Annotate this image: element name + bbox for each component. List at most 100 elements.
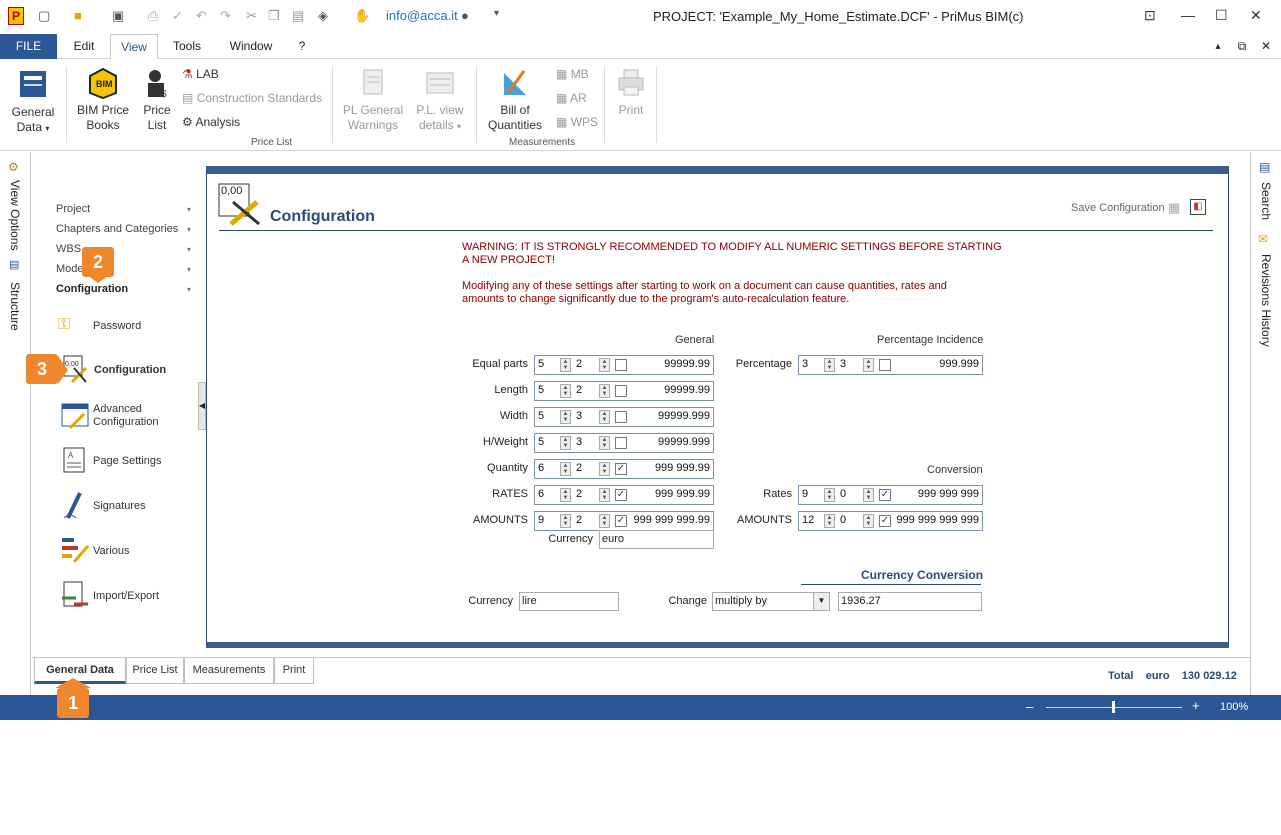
file-menu[interactable]: FILE <box>0 34 57 59</box>
spellcheck-icon[interactable]: ✓ <box>172 8 183 24</box>
analysis-button[interactable]: ⚙ Analysis <box>182 115 240 129</box>
digits-field[interactable]: 6 <box>538 488 544 500</box>
decimals-spinner[interactable]: ▲ ▼ <box>599 436 610 450</box>
user-icon[interactable]: ● <box>461 8 469 23</box>
bill-of-quantities-button[interactable]: Bill of Quantities <box>484 67 546 133</box>
price-list-button[interactable]: $ Price List <box>138 67 176 133</box>
zoom-out-button[interactable]: – <box>1026 699 1033 714</box>
decimals-field[interactable]: 2 <box>576 488 582 500</box>
minimize-button[interactable]: — <box>1181 7 1195 23</box>
digits-spinner[interactable]: ▲ ▼ <box>560 384 571 398</box>
menu-help[interactable]: ? <box>292 34 312 59</box>
menu-window[interactable]: Window <box>222 34 280 59</box>
nav-item-page-settings[interactable]: Page Settings <box>93 455 162 468</box>
digits-spinner[interactable]: ▲ ▼ <box>560 358 571 372</box>
decimals-field[interactable]: 3 <box>840 358 846 370</box>
digits-spinner[interactable]: ▲ ▼ <box>824 358 835 372</box>
paste-icon[interactable]: ▤ <box>292 8 304 24</box>
decimals-spinner[interactable]: ▲ ▼ <box>599 514 610 528</box>
print-icon[interactable]: ⎙ <box>148 8 158 24</box>
digits-field[interactable]: 9 <box>538 514 544 526</box>
nav-project[interactable]: Project <box>56 203 90 215</box>
mb-button[interactable]: ▦ MB <box>556 67 589 81</box>
cut-icon[interactable]: ✂ <box>246 8 257 24</box>
pl-view-details-button[interactable]: P.L. view details ▾ <box>410 67 470 134</box>
chevron-down-icon[interactable]: ▼ <box>813 593 829 610</box>
decimals-field[interactable]: 3 <box>576 436 582 448</box>
restore-ribbon-icon[interactable]: ⊡ <box>1144 7 1156 24</box>
decimals-field[interactable]: 2 <box>576 384 582 396</box>
decimals-spinner[interactable]: ▲ ▼ <box>599 462 610 476</box>
decimals-spinner[interactable]: ▲ ▼ <box>863 358 874 372</box>
nav-chapters-categories[interactable]: Chapters and Categories <box>56 223 178 235</box>
decimals-spinner[interactable]: ▲ ▼ <box>599 410 610 424</box>
collapse-ribbon-icon[interactable]: ▴ <box>1210 34 1226 59</box>
web-icon[interactable]: ◈ <box>318 8 328 24</box>
ar-button[interactable]: ▦ AR <box>556 91 587 105</box>
digits-field[interactable]: 6 <box>538 462 544 474</box>
zoom-slider-thumb[interactable] <box>1112 701 1115 713</box>
maximize-button[interactable]: ☐ <box>1215 7 1228 24</box>
digits-spinner[interactable]: ▲ ▼ <box>824 488 835 502</box>
save-configuration-label[interactable]: Save Configuration <box>1071 202 1165 214</box>
nav-item-signatures[interactable]: Signatures <box>93 500 146 513</box>
decimals-field[interactable]: 2 <box>576 462 582 474</box>
decimals-spinner[interactable]: ▲ ▼ <box>599 358 610 372</box>
search-tab[interactable]: Search <box>1259 182 1273 220</box>
revisions-history-tab[interactable]: Revisions History <box>1259 254 1273 347</box>
decimals-spinner[interactable]: ▲ ▼ <box>599 488 610 502</box>
touch-icon[interactable]: ✋ <box>354 8 370 24</box>
digits-field[interactable]: 5 <box>538 436 544 448</box>
decimals-field[interactable]: 0 <box>840 488 846 500</box>
new-document-icon[interactable]: ▢ <box>38 8 50 24</box>
digits-field[interactable]: 5 <box>538 410 544 422</box>
menu-edit[interactable]: Edit <box>66 34 102 59</box>
view-options-tab[interactable]: View Options <box>8 180 22 250</box>
tab-measurements[interactable]: Measurements <box>184 658 274 684</box>
decimals-field[interactable]: 3 <box>576 410 582 422</box>
customize-icon[interactable]: ▾ <box>494 8 499 19</box>
nav-item-password[interactable]: Password <box>93 320 141 333</box>
digits-field[interactable]: 5 <box>538 384 544 396</box>
general-data-button[interactable]: General Data ▾ <box>6 69 60 136</box>
save-configuration-icon[interactable]: ▦ <box>1168 200 1180 216</box>
save-icon[interactable]: ▣ <box>112 8 124 24</box>
nav-wbs[interactable]: WBS <box>56 243 81 255</box>
structure-tab[interactable]: Structure <box>8 282 22 331</box>
lab-button[interactable]: ⚗ LAB <box>182 67 219 81</box>
digits-spinner[interactable]: ▲ ▼ <box>560 436 571 450</box>
currency-input[interactable]: euro <box>599 530 714 549</box>
nav-item-configuration[interactable]: Configuration <box>94 364 166 377</box>
digits-field[interactable]: 3 <box>802 358 808 370</box>
nav-item-advanced-configuration[interactable]: Advanced Configuration <box>93 403 158 429</box>
menu-view[interactable]: View <box>110 34 158 60</box>
close-doc-icon[interactable]: ✕ <box>1258 34 1274 59</box>
bim-price-books-button[interactable]: BIM BIM Price Books <box>74 67 132 133</box>
decimals-spinner[interactable]: ▲ ▼ <box>863 488 874 502</box>
open-folder-icon[interactable]: ■ <box>74 8 82 23</box>
digits-spinner[interactable]: ▲ ▼ <box>560 462 571 476</box>
construction-standards-button[interactable]: ▤ Construction Standards <box>182 91 322 105</box>
conversion-currency-input[interactable]: lire <box>519 592 619 611</box>
restore-doc-icon[interactable]: ⧉ <box>1234 34 1250 59</box>
decimals-spinner[interactable]: ▲ ▼ <box>599 384 610 398</box>
digits-spinner[interactable]: ▲ ▼ <box>560 488 571 502</box>
close-button[interactable]: ✕ <box>1250 7 1262 24</box>
export-configuration-icon[interactable]: ◧ <box>1190 199 1206 215</box>
digits-field[interactable]: 9 <box>802 488 808 500</box>
undo-icon[interactable]: ↶ <box>196 8 207 24</box>
digits-field[interactable]: 12 <box>802 514 814 526</box>
digits-spinner[interactable]: ▲ ▼ <box>824 514 835 528</box>
digits-spinner[interactable]: ▲ ▼ <box>560 514 571 528</box>
decimals-field[interactable]: 2 <box>576 358 582 370</box>
decimals-spinner[interactable]: ▲ ▼ <box>863 514 874 528</box>
nav-configuration[interactable]: Configuration <box>56 283 128 295</box>
email-link[interactable]: info@acca.it <box>386 8 458 23</box>
decimals-field[interactable]: 0 <box>840 514 846 526</box>
decimals-field[interactable]: 2 <box>576 514 582 526</box>
change-select[interactable]: multiply by ▼ <box>712 592 830 611</box>
print-button[interactable]: Print <box>612 67 650 118</box>
tab-price-list[interactable]: Price List <box>126 658 184 684</box>
redo-icon[interactable]: ↷ <box>220 8 231 24</box>
wps-button[interactable]: ▦ WPS <box>556 115 598 129</box>
